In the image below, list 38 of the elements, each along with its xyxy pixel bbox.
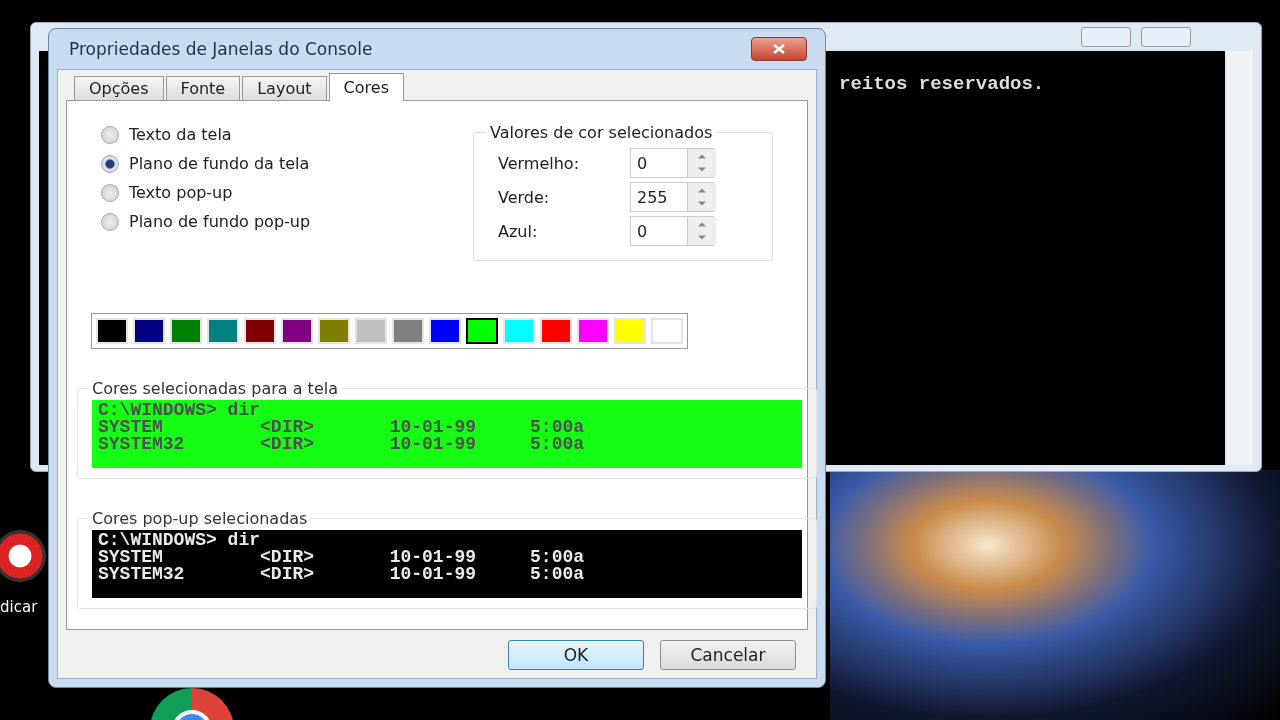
- desktop-icon-label: dicar: [0, 598, 38, 616]
- maximize-button[interactable]: [1141, 27, 1191, 47]
- group-title: Valores de cor selecionados: [489, 123, 714, 142]
- preview-line: C:\WINDOWS> dir: [98, 532, 262, 549]
- field-label: Vermelho:: [498, 153, 581, 173]
- color-swatch[interactable]: [466, 318, 498, 344]
- close-button[interactable]: [751, 37, 807, 61]
- minimize-button[interactable]: [1081, 27, 1131, 47]
- preview-line: SYSTEM32 <DIR> 10-01-99 5:00a: [98, 566, 586, 583]
- tab[interactable]: Fonte: [165, 76, 241, 100]
- radio-button[interactable]: [101, 154, 119, 173]
- dialog-button[interactable]: Cancelar: [660, 640, 796, 670]
- radio-button[interactable]: [101, 212, 119, 231]
- radio-label[interactable]: Plano de fundo da tela: [129, 154, 310, 173]
- radio-button[interactable]: [101, 183, 119, 202]
- close-icon: [773, 44, 785, 54]
- dialog-title: Propriedades de Janelas do Console: [69, 39, 373, 59]
- spin-field[interactable]: 255: [630, 182, 714, 212]
- preview-line: SYSTEM <DIR> 10-01-99 5:00a: [98, 549, 586, 566]
- console-text: reitos reservados.: [839, 73, 1045, 95]
- radio-label[interactable]: Texto pop-up: [129, 183, 233, 202]
- field-label: Verde:: [498, 187, 551, 207]
- preview-line: SYSTEM <DIR> 10-01-99 5:00a: [98, 419, 586, 436]
- tab[interactable]: Opções: [74, 76, 164, 100]
- dialog-button[interactable]: OK: [508, 640, 644, 670]
- tab[interactable]: Layout: [242, 76, 327, 100]
- tab[interactable]: Cores: [328, 73, 404, 101]
- preview-line: SYSTEM32 <DIR> 10-01-99 5:00a: [98, 436, 586, 453]
- field-label: Azul:: [498, 221, 539, 241]
- group-title: Cores selecionadas para a tela: [91, 379, 339, 398]
- radio-button[interactable]: [101, 125, 119, 144]
- spin-field[interactable]: 0: [630, 216, 714, 246]
- group-title: Cores pop-up selecionadas: [91, 509, 309, 528]
- spin-field[interactable]: 0: [630, 148, 714, 178]
- app-icon[interactable]: [0, 530, 46, 582]
- preview-line: C:\WINDOWS> dir: [98, 402, 262, 419]
- radio-label[interactable]: Texto da tela: [129, 125, 232, 144]
- radio-label[interactable]: Plano de fundo pop-up: [129, 212, 311, 231]
